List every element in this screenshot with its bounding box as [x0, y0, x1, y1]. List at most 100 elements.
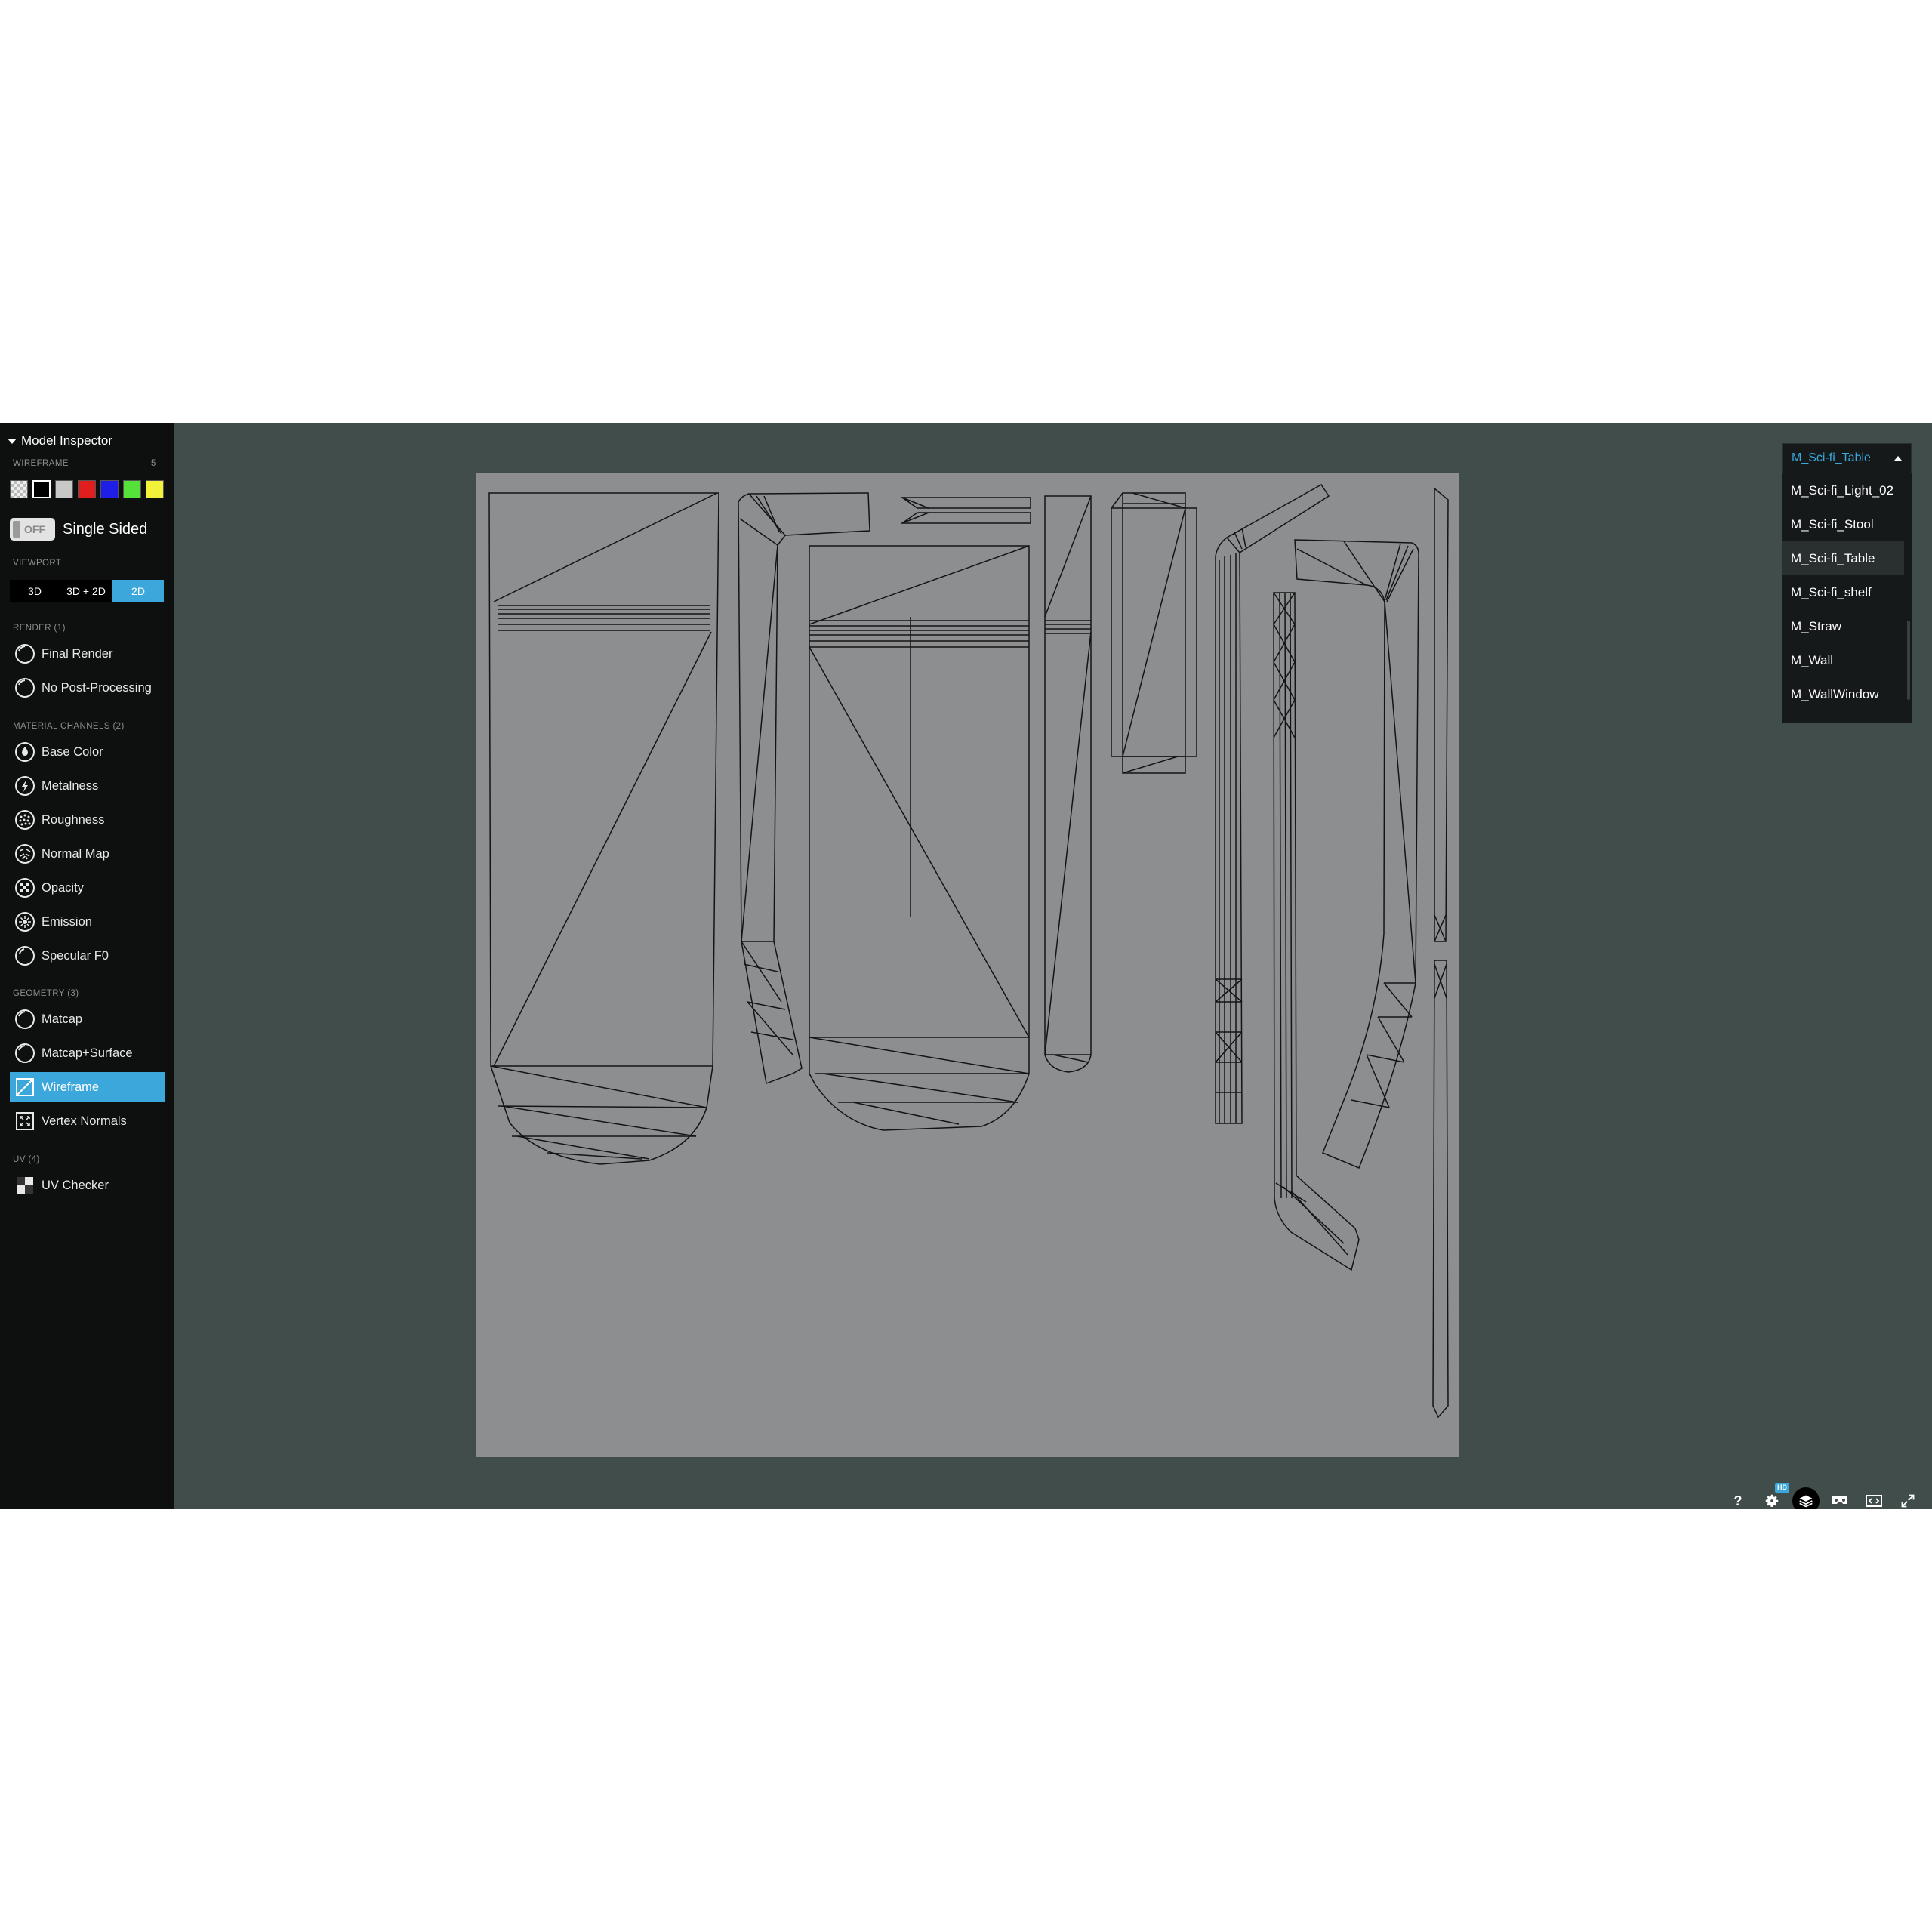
menu-item-label: Metalness — [42, 778, 99, 793]
single-sided-toggle[interactable]: OFF — [10, 518, 55, 541]
matcap-surface-icon — [15, 1043, 35, 1063]
geometry-matcap-surface[interactable]: Matcap+Surface — [10, 1038, 165, 1068]
uv-layout-canvas[interactable] — [476, 473, 1459, 1457]
swatch-green[interactable] — [123, 480, 141, 498]
normal-map-icon — [15, 844, 35, 864]
geometry-label: GEOMETRY (3) — [13, 989, 79, 998]
gear-icon — [1765, 1494, 1779, 1507]
uv-checker[interactable]: UV Checker — [10, 1170, 165, 1200]
layers-button[interactable] — [1792, 1487, 1820, 1509]
uv-checker-icon — [17, 1177, 33, 1194]
material-option[interactable]: M_Straw — [1782, 609, 1904, 643]
model-inspector-panel: Model Inspector WIREFRAME 5 OFF Single S… — [0, 423, 174, 1509]
render-label: RENDER (1) — [13, 624, 66, 633]
viewport-2d-button[interactable]: 2D — [112, 580, 164, 602]
vertex-normals-icon — [16, 1112, 34, 1130]
menu-item-label: Roughness — [42, 812, 105, 827]
toggle-state: OFF — [24, 523, 45, 535]
wireframe-color-swatches — [10, 480, 164, 498]
roughness-icon — [15, 810, 35, 830]
wireframe-icon — [16, 1078, 34, 1096]
geometry-vertex-normals[interactable]: Vertex Normals — [10, 1106, 165, 1136]
sphere-icon — [15, 678, 35, 698]
material-select[interactable]: M_Sci-fi_Table — [1782, 443, 1912, 473]
single-sided-label: Single Sided — [63, 520, 148, 538]
inspector-title: Model Inspector — [21, 433, 112, 448]
menu-item-label: Base Color — [42, 744, 103, 759]
swatch-checker[interactable] — [10, 480, 28, 498]
uv-island — [738, 492, 870, 1085]
menu-item-label: No Post-Processing — [42, 680, 152, 695]
emission-icon — [15, 912, 35, 932]
list-scrollbar[interactable] — [1907, 621, 1910, 700]
material-option[interactable]: M_Wall — [1782, 643, 1904, 677]
wireframe-opacity-value: 5 — [151, 459, 156, 468]
swatch-gray[interactable] — [55, 480, 73, 498]
swatch-blue[interactable] — [100, 480, 119, 498]
settings-button[interactable]: HD — [1758, 1483, 1789, 1509]
collapse-icon[interactable] — [8, 438, 17, 444]
menu-item-label: Matcap — [42, 1012, 83, 1026]
channel-metalness[interactable]: Metalness — [10, 771, 165, 801]
channel-roughness[interactable]: Roughness — [10, 805, 165, 835]
embed-button[interactable] — [1860, 1487, 1887, 1509]
menu-item-label: Wireframe — [42, 1080, 100, 1094]
single-sided-row: OFF Single Sided — [10, 518, 147, 541]
swatch-red[interactable] — [78, 480, 96, 498]
viewport-mode-group: 3D 3D + 2D 2D — [10, 580, 164, 602]
embed-icon — [1866, 1495, 1882, 1507]
model-viewer: Model Inspector WIREFRAME 5 OFF Single S… — [0, 423, 1932, 1509]
channel-emission[interactable]: Emission — [10, 907, 165, 937]
viewport-3d-2d-button[interactable]: 3D + 2D — [60, 580, 112, 602]
uv-island — [1434, 487, 1449, 942]
uv-island — [488, 492, 719, 1165]
wireframe-label: WIREFRAME — [13, 459, 69, 468]
menu-item-label: Vertex Normals — [42, 1114, 127, 1128]
menu-item-label: Normal Map — [42, 846, 109, 861]
menu-item-label: Matcap+Surface — [42, 1046, 133, 1060]
channel-normal-map[interactable]: Normal Map — [10, 839, 165, 869]
fullscreen-icon — [1901, 1494, 1915, 1508]
menu-item-label: UV Checker — [42, 1178, 109, 1192]
hd-badge: HD — [1775, 1483, 1789, 1493]
channel-specular-f0[interactable]: Specular F0 — [10, 941, 165, 971]
channel-opacity[interactable]: Opacity — [10, 873, 165, 903]
menu-item-label: Final Render — [42, 646, 113, 661]
geometry-matcap[interactable]: Matcap — [10, 1004, 165, 1034]
geometry-wireframe[interactable]: Wireframe — [10, 1072, 165, 1102]
menu-item-label: Emission — [42, 914, 92, 929]
sphere-icon — [15, 644, 35, 664]
help-icon: ? — [1733, 1493, 1742, 1508]
viewport-label: VIEWPORT — [13, 559, 62, 568]
render-final-render[interactable]: Final Render — [10, 639, 165, 669]
material-option[interactable]: M_Sci-fi_shelf — [1782, 575, 1904, 609]
menu-item-label: Specular F0 — [42, 948, 109, 963]
uv-island — [900, 512, 1031, 524]
swatch-yellow[interactable] — [146, 480, 164, 498]
fullscreen-button[interactable] — [1894, 1487, 1921, 1509]
viewport-3d-button[interactable]: 3D — [10, 580, 60, 602]
material-option[interactable]: M_Sci-fi_Stool — [1782, 507, 1904, 541]
caret-up-icon — [1894, 456, 1902, 461]
vr-button[interactable] — [1826, 1487, 1853, 1509]
uv-island — [900, 497, 1031, 509]
material-select-value: M_Sci-fi_Table — [1792, 451, 1871, 464]
material-option[interactable]: M_WallWindow — [1782, 677, 1904, 711]
metalness-icon — [15, 776, 35, 796]
menu-item-label: Opacity — [42, 880, 84, 895]
material-channels-label: MATERIAL CHANNELS (2) — [13, 722, 125, 731]
material-options-list: M_Sci-fi_Light_02 M_Sci-fi_Stool M_Sci-f… — [1782, 473, 1912, 723]
help-button[interactable]: ? — [1724, 1487, 1752, 1509]
uv-island — [1044, 495, 1092, 1073]
channel-base-color[interactable]: Base Color — [10, 737, 165, 767]
vr-headset-icon — [1832, 1496, 1847, 1504]
inspector-header[interactable]: Model Inspector — [8, 433, 112, 448]
uv-wireframe — [488, 484, 1449, 1419]
toggle-knob — [13, 521, 20, 538]
material-option[interactable]: M_Sci-fi_Light_02 — [1782, 473, 1904, 507]
material-option-selected[interactable]: M_Sci-fi_Table — [1782, 541, 1904, 575]
swatch-black[interactable] — [32, 480, 51, 498]
opacity-icon — [15, 878, 35, 898]
layers-icon — [1799, 1495, 1813, 1508]
render-no-post-processing[interactable]: No Post-Processing — [10, 673, 165, 703]
